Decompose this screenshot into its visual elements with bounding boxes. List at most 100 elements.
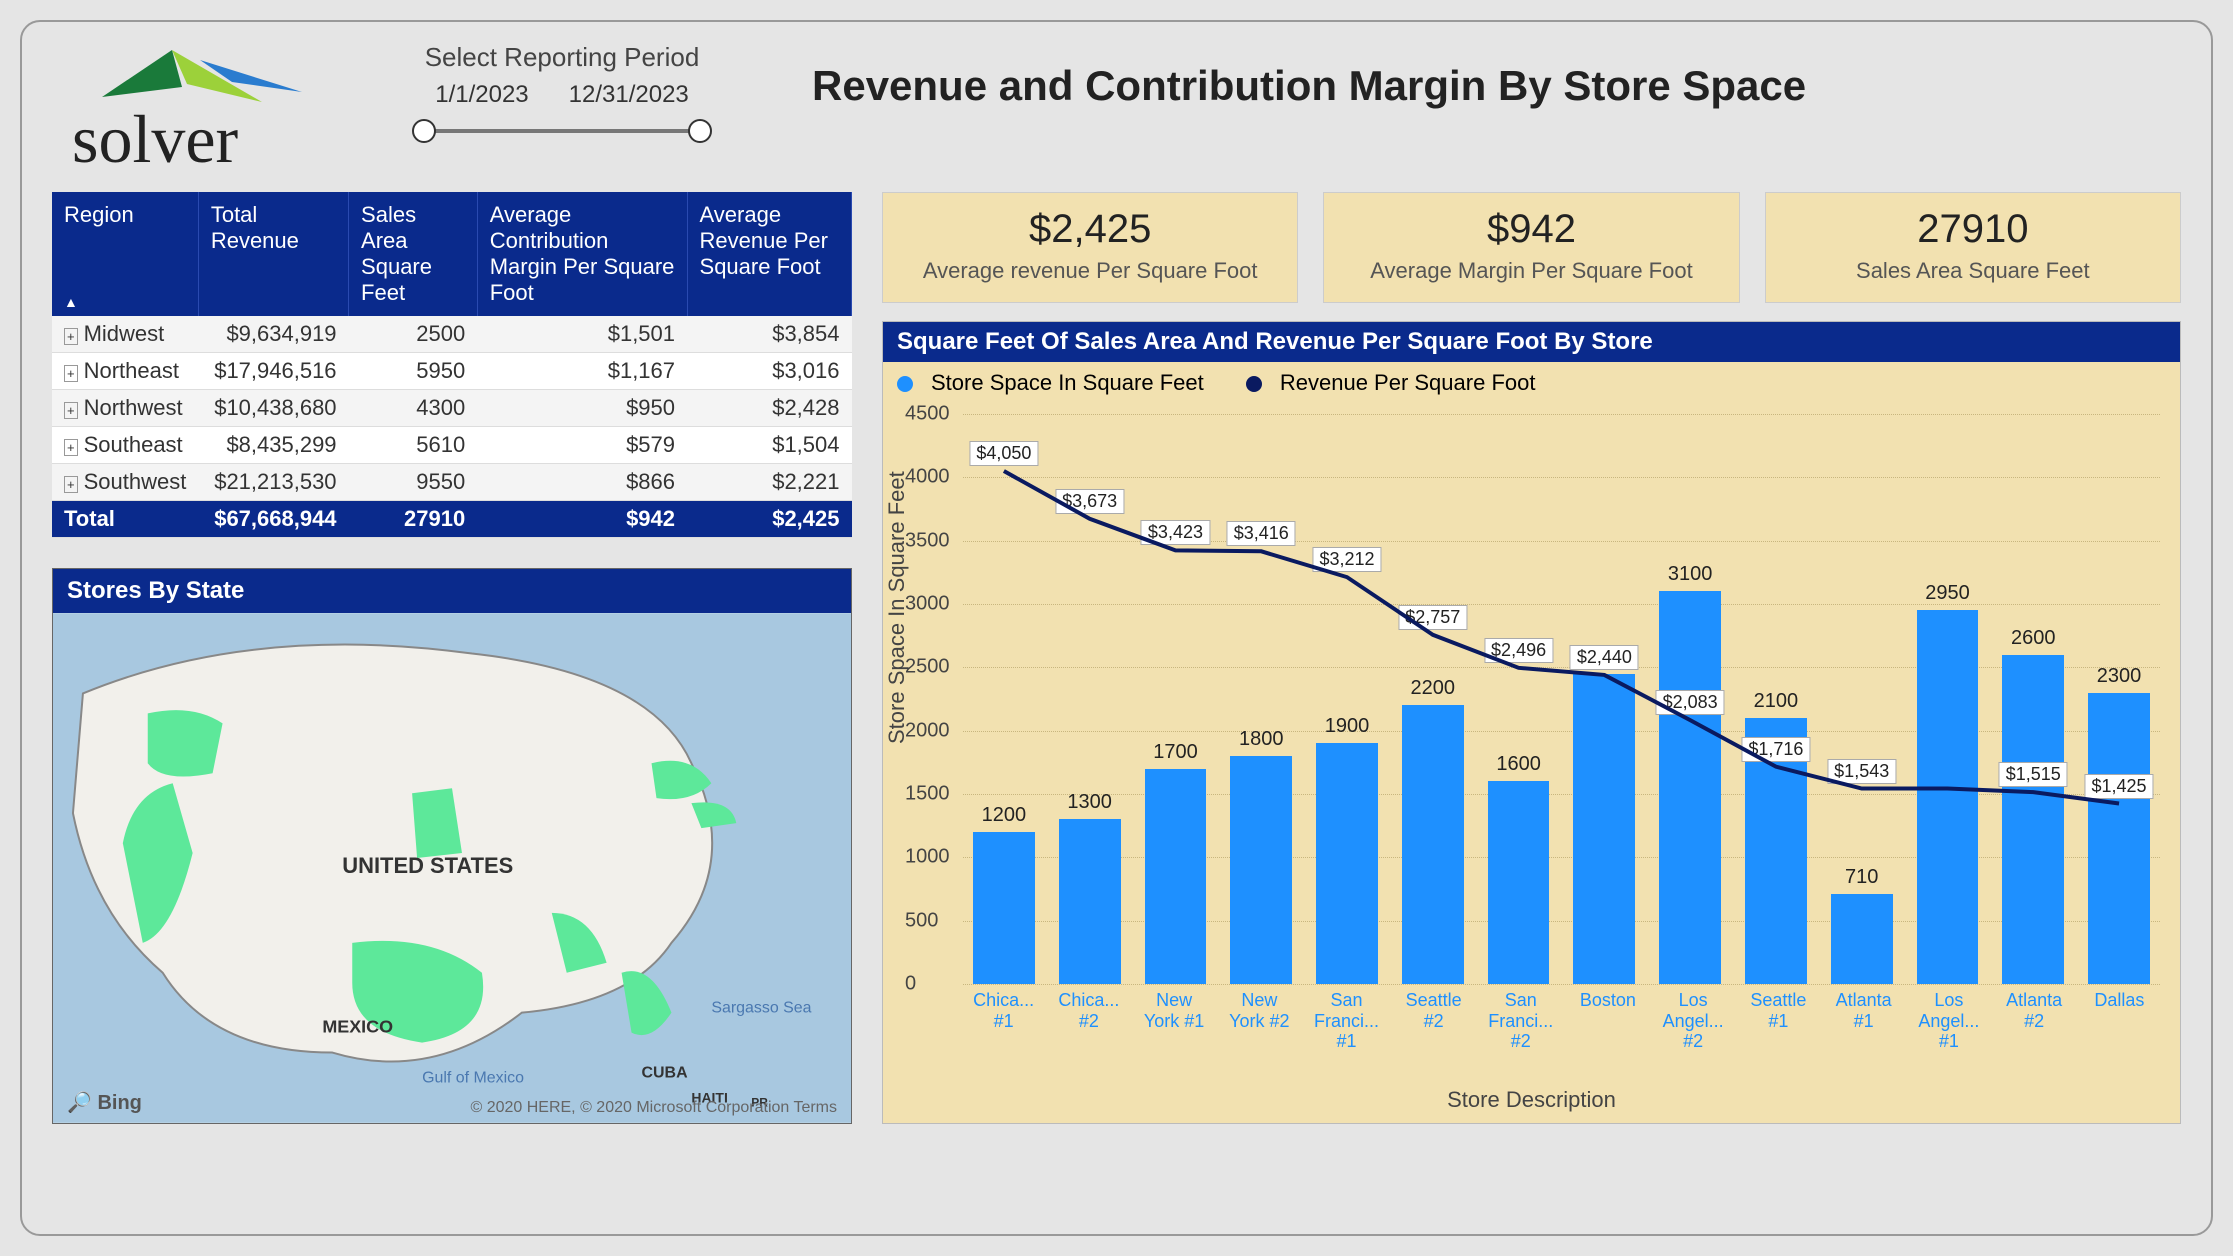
table-total-row: Total$67,668,94427910$942$2,425	[52, 501, 852, 538]
bar[interactable]: 1300	[1059, 819, 1121, 984]
legend-line-label[interactable]: Revenue Per Square Foot	[1280, 370, 1536, 395]
bar-col[interactable]: 2950	[1917, 610, 1979, 984]
dashboard: solver Select Reporting Period 1/1/2023 …	[20, 20, 2213, 1236]
line-value-label: $3,673	[1055, 489, 1124, 514]
bar-col[interactable]: 2200	[1402, 705, 1464, 984]
x-category[interactable]: NewYork #2	[1229, 990, 1290, 1038]
page-title: Revenue and Contribution Margin By Store…	[812, 62, 1806, 110]
bar[interactable]: 2950	[1917, 610, 1979, 984]
bar[interactable]: 2200	[1402, 705, 1464, 984]
map-body[interactable]: UNITED STATES MEXICO Gulf of Mexico Sarg…	[53, 613, 851, 1123]
bar-value-label: 1800	[1230, 728, 1292, 751]
sort-asc-icon[interactable]: ▲	[64, 294, 78, 310]
map-title: Stores By State	[53, 569, 851, 613]
table-row[interactable]: +Northwest $10,438,6804300$950$2,428	[52, 390, 852, 427]
slicer-to-date[interactable]: 12/31/2023	[569, 81, 689, 109]
table-row[interactable]: +Southwest $21,213,5309550$866$2,221	[52, 464, 852, 501]
x-category[interactable]: LosAngel...#1	[1918, 990, 1979, 1038]
column-header[interactable]: Total Revenue	[198, 192, 348, 316]
y-tick: 2500	[905, 656, 950, 679]
y-tick: 2000	[905, 719, 950, 742]
kpi-card-2[interactable]: 27910 Sales Area Square Feet	[1765, 192, 2181, 303]
expand-icon[interactable]: +	[64, 402, 78, 419]
x-category[interactable]: Seattle#2	[1403, 990, 1464, 1038]
bar-value-label: 3100	[1659, 563, 1721, 586]
slicer-handle-left[interactable]	[412, 119, 436, 143]
y-tick: 3000	[905, 593, 950, 616]
line-value-label: $1,543	[1827, 759, 1896, 784]
table-row[interactable]: +Northeast $17,946,5165950$1,167$3,016	[52, 353, 852, 390]
x-category[interactable]: Seattle#1	[1748, 990, 1809, 1038]
chart-plot[interactable]: 0 500 1000 1500 2000 2500 3000 3500 4000…	[963, 414, 2160, 1044]
x-category[interactable]: LosAngel...#2	[1663, 990, 1724, 1038]
bar-col[interactable]: 1900	[1316, 743, 1378, 984]
line-value-label: $1,515	[1999, 762, 2068, 787]
svg-text:UNITED STATES: UNITED STATES	[342, 853, 513, 878]
bar[interactable]: 1200	[973, 832, 1035, 984]
chart-legend[interactable]: Store Space In Square Feet Revenue Per S…	[883, 362, 2180, 404]
x-category[interactable]: Atlanta#1	[1833, 990, 1894, 1038]
bar-col[interactable]: 2600	[2002, 655, 2064, 984]
legend-bar-label[interactable]: Store Space In Square Feet	[931, 370, 1204, 395]
x-category[interactable]: Dallas	[2089, 990, 2150, 1038]
bar-col[interactable]: 1600	[1488, 781, 1550, 984]
bar-col[interactable]: 2300	[2088, 693, 2150, 984]
logo: solver	[52, 42, 352, 182]
bar-value-label: 1700	[1145, 741, 1207, 764]
kpi-card-1[interactable]: $942 Average Margin Per Square Foot	[1323, 192, 1739, 303]
bar[interactable]: 1600	[1488, 781, 1550, 984]
bar[interactable]: 710	[1831, 894, 1893, 984]
line-value-label: $1,716	[1741, 737, 1810, 762]
column-header[interactable]: Region▲	[52, 192, 198, 316]
date-slicer[interactable]: Select Reporting Period 1/1/2023 12/31/2…	[382, 42, 742, 145]
svg-text:MEXICO: MEXICO	[322, 1017, 393, 1037]
bar-col[interactable]: 2450	[1573, 674, 1635, 984]
expand-icon[interactable]: +	[64, 476, 78, 493]
bar-col[interactable]: 1200	[973, 832, 1035, 984]
x-category[interactable]: SanFranci...#1	[1314, 990, 1379, 1038]
kpi-value: 27910	[1774, 207, 2172, 252]
table-row[interactable]: +Midwest $9,634,9192500$1,501$3,854	[52, 316, 852, 353]
x-category[interactable]: Chica...#1	[973, 990, 1034, 1038]
table-row[interactable]: +Southeast $8,435,2995610$579$1,504	[52, 427, 852, 464]
bar[interactable]: 1900	[1316, 743, 1378, 984]
legend-dot-line-icon	[1246, 376, 1262, 392]
bar[interactable]: 1700	[1145, 769, 1207, 984]
column-header[interactable]: Sales Area Square Feet	[349, 192, 478, 316]
x-category[interactable]: Atlanta#2	[2004, 990, 2065, 1038]
bar[interactable]: 2600	[2002, 655, 2064, 984]
kpi-card-0[interactable]: $2,425 Average revenue Per Square Foot	[882, 192, 1298, 303]
map-copyright: © 2020 HERE, © 2020 Microsoft Corporatio…	[470, 1099, 837, 1117]
x-category[interactable]: SanFranci...#2	[1488, 990, 1553, 1038]
bar-value-label: 710	[1831, 866, 1893, 889]
bar[interactable]: 3100	[1659, 591, 1721, 984]
legend-dot-bar-icon	[897, 376, 913, 392]
bar[interactable]: 2300	[2088, 693, 2150, 984]
chart-card[interactable]: Square Feet Of Sales Area And Revenue Pe…	[882, 321, 2181, 1124]
bar-value-label: 1600	[1488, 753, 1550, 776]
bing-credit: 🔎 Bing	[67, 1090, 142, 1115]
x-category[interactable]: Boston	[1577, 990, 1638, 1038]
line-value-label: $2,440	[1570, 645, 1639, 670]
expand-icon[interactable]: +	[64, 328, 78, 345]
bar-col[interactable]: 1800	[1230, 756, 1292, 984]
bar-col[interactable]: 3100	[1659, 591, 1721, 984]
expand-icon[interactable]: +	[64, 439, 78, 456]
column-header[interactable]: Average Contribution Margin Per Square F…	[477, 192, 687, 316]
region-table[interactable]: Region▲Total RevenueSales Area Square Fe…	[52, 192, 852, 538]
bar-value-label: 2200	[1402, 677, 1464, 700]
slicer-from-date[interactable]: 1/1/2023	[435, 81, 528, 109]
map-card[interactable]: Stores By State	[52, 568, 852, 1124]
x-category[interactable]: NewYork #1	[1144, 990, 1205, 1038]
bar-col[interactable]: 710	[1831, 894, 1893, 984]
slicer-handle-right[interactable]	[688, 119, 712, 143]
bar-col[interactable]: 1300	[1059, 819, 1121, 984]
x-category[interactable]: Chica...#2	[1058, 990, 1119, 1038]
expand-icon[interactable]: +	[64, 365, 78, 382]
bar[interactable]: 1800	[1230, 756, 1292, 984]
column-header[interactable]: Average Revenue Per Square Foot	[687, 192, 851, 316]
y-tick: 500	[905, 909, 938, 932]
bar[interactable]: 2450	[1573, 674, 1635, 984]
bar-col[interactable]: 1700	[1145, 769, 1207, 984]
slicer-track[interactable]	[412, 115, 712, 145]
